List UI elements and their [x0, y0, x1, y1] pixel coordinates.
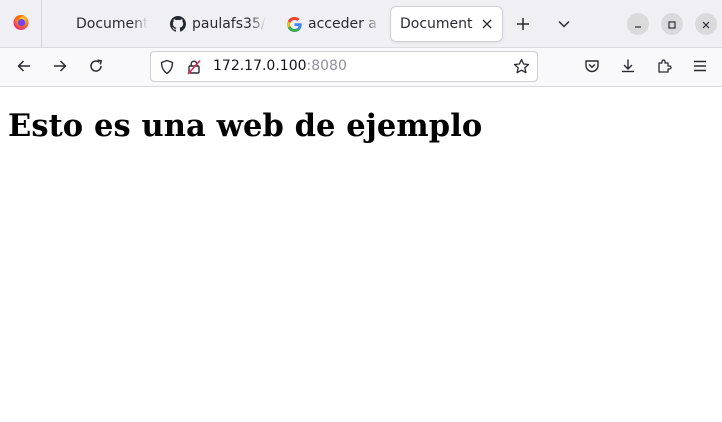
back-button[interactable]: [10, 54, 38, 82]
tab-document-1[interactable]: Document: [60, 7, 148, 41]
tab-title: Document: [400, 16, 473, 32]
tab-github[interactable]: paulafs35/: [170, 7, 266, 41]
insecure-connection-lock-icon[interactable]: [186, 59, 202, 79]
hamburger-menu-icon: [692, 58, 708, 78]
url-port: :8080: [306, 58, 347, 74]
chevron-down-icon: [557, 16, 571, 35]
tab-google-search[interactable]: acceder a v: [286, 7, 380, 41]
github-icon: [170, 16, 186, 32]
plus-icon: [516, 16, 530, 35]
tab-title: acceder a v: [308, 16, 380, 32]
close-window-button[interactable]: [695, 13, 717, 35]
page-viewport: Esto es una web de ejemplo: [0, 88, 722, 422]
puzzle-piece-icon: [656, 58, 672, 78]
download-icon: [620, 58, 636, 78]
extensions-button[interactable]: [650, 54, 678, 82]
minimize-button[interactable]: [627, 13, 649, 35]
reload-button[interactable]: [82, 54, 110, 82]
app-menu-button[interactable]: [686, 54, 714, 82]
pocket-icon: [584, 58, 600, 78]
close-tab-icon[interactable]: [482, 19, 492, 29]
close-icon: [701, 15, 711, 34]
navigation-toolbar: 172.17.0.100:8080: [0, 48, 722, 87]
reload-icon: [88, 58, 104, 78]
pocket-button[interactable]: [578, 54, 606, 82]
firefox-view-button[interactable]: [0, 0, 42, 48]
forward-button[interactable]: [46, 54, 74, 82]
arrow-right-icon: [52, 58, 68, 78]
maximize-button[interactable]: [661, 13, 683, 35]
tab-document-active[interactable]: Document: [391, 7, 502, 41]
minimize-icon: [633, 15, 643, 34]
url-text[interactable]: 172.17.0.100:8080: [213, 58, 347, 74]
page-heading: Esto es una web de ejemplo: [8, 108, 483, 144]
tab-strip: Document paulafs35/ acceder a v Document: [0, 0, 722, 48]
downloads-button[interactable]: [614, 54, 642, 82]
tracking-protection-shield-icon[interactable]: [159, 59, 175, 79]
tab-title: Document: [76, 16, 148, 32]
firefox-logo-icon: [12, 13, 30, 35]
maximize-icon: [667, 15, 677, 34]
tab-title: paulafs35/: [192, 16, 266, 32]
url-host: 172.17.0.100: [213, 58, 307, 74]
bookmark-star-icon[interactable]: [513, 58, 530, 79]
address-bar[interactable]: 172.17.0.100:8080: [150, 51, 538, 82]
arrow-left-icon: [16, 58, 32, 78]
google-icon: [286, 16, 302, 32]
list-all-tabs-button[interactable]: [551, 12, 577, 38]
new-tab-button[interactable]: [510, 12, 536, 38]
